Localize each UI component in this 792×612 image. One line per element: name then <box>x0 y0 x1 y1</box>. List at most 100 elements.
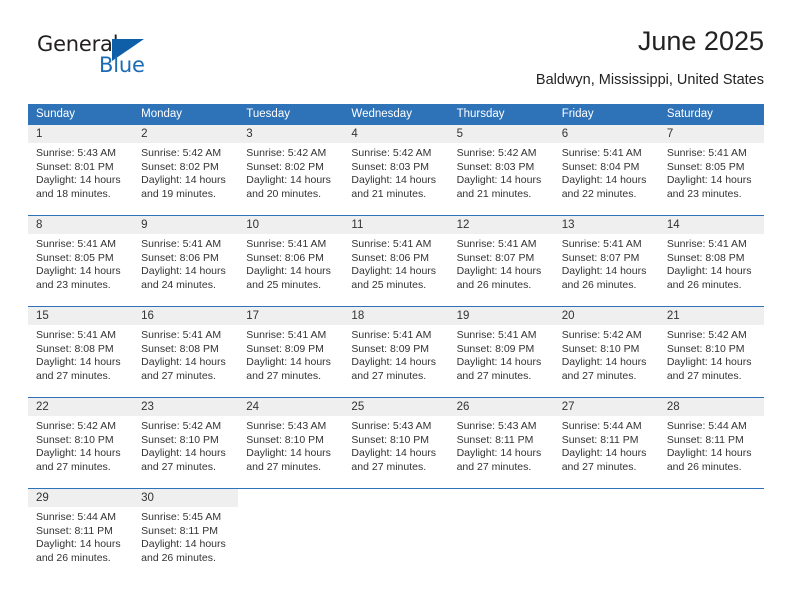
calendar-day-cell[interactable]: 10 Sunrise: 5:41 AM Sunset: 8:06 PM Dayligh… <box>238 216 344 306</box>
daylight-text-line1: Daylight: 14 hours <box>456 356 542 369</box>
calendar-day-cell[interactable]: 19 Sunrise: 5:41 AM Sunset: 8:09 PM Dayligh… <box>448 307 554 397</box>
calendar-day-cell[interactable]: 24 Sunrise: 5:43 AM Sunset: 8:10 PM Dayligh… <box>238 398 344 488</box>
calendar-day-cell[interactable]: 25 Sunrise: 5:43 AM Sunset: 8:10 PM Dayligh… <box>343 398 449 488</box>
sunset-text: Sunset: 8:08 PM <box>36 342 114 355</box>
day-details: Sunrise: 5:41 AM Sunset: 8:04 PM Daylight:… <box>554 143 659 201</box>
day-number: 9 <box>133 216 239 234</box>
sunrise-text: Sunrise: 5:45 AM <box>141 511 222 523</box>
calendar-day-cell[interactable]: 21 Sunrise: 5:42 AM Sunset: 8:10 PM Dayligh… <box>658 307 764 397</box>
calendar-day-cell-empty <box>448 489 554 579</box>
calendar-day-cell[interactable]: 4 Sunrise: 5:42 AM Sunset: 8:03 PM Daylight… <box>343 125 449 215</box>
daylight-text-line1: Daylight: 14 hours <box>36 174 121 187</box>
daylight-text-line2: and 26 minutes. <box>456 278 532 291</box>
daylight-text-line1: Daylight: 14 hours <box>141 447 226 460</box>
sunrise-text: Sunrise: 5:42 AM <box>141 420 222 432</box>
calendar-day-cell[interactable]: 17 Sunrise: 5:41 AM Sunset: 8:09 PM Dayligh… <box>238 307 344 397</box>
day-details: Sunrise: 5:41 AM Sunset: 8:05 PM Daylight:… <box>659 143 764 201</box>
day-number: 10 <box>238 216 344 234</box>
calendar-day-cell[interactable]: 12 Sunrise: 5:41 AM Sunset: 8:07 PM Dayligh… <box>448 216 554 306</box>
calendar-day-cell[interactable]: 5 Sunrise: 5:42 AM Sunset: 8:03 PM Daylight… <box>448 125 554 215</box>
calendar-day-cell[interactable]: 28 Sunrise: 5:44 AM Sunset: 8:11 PM Dayligh… <box>658 398 764 488</box>
sunset-text: Sunset: 8:01 PM <box>36 160 114 173</box>
calendar-day-cell[interactable]: 6 Sunrise: 5:41 AM Sunset: 8:04 PM Daylight… <box>553 125 659 215</box>
day-number: 26 <box>448 398 554 416</box>
day-number: 11 <box>343 216 449 234</box>
sunrise-text: Sunrise: 5:41 AM <box>351 238 432 250</box>
calendar-day-cell[interactable]: 27 Sunrise: 5:44 AM Sunset: 8:11 PM Dayligh… <box>553 398 659 488</box>
sunset-text: Sunset: 8:07 PM <box>561 251 640 264</box>
day-number: 5 <box>448 125 554 143</box>
day-number: 29 <box>28 489 134 507</box>
sunrise-text: Sunrise: 5:44 AM <box>561 420 642 432</box>
sunrise-text: Sunrise: 5:41 AM <box>456 238 537 250</box>
day-number: 15 <box>28 307 134 325</box>
sunrise-text: Sunrise: 5:41 AM <box>141 329 222 341</box>
calendar-day-cell[interactable]: 9 Sunrise: 5:41 AM Sunset: 8:06 PM Daylight… <box>133 216 239 306</box>
daylight-text-line1: Daylight: 14 hours <box>561 356 647 369</box>
calendar-weeks: 1 Sunrise: 5:43 AM Sunset: 8:01 PM Daylight… <box>28 125 764 579</box>
calendar-week-row: 22 Sunrise: 5:42 AM Sunset: 8:10 PM Dayligh… <box>28 397 764 488</box>
sunset-text: Sunset: 8:11 PM <box>456 433 534 446</box>
calendar-day-cell[interactable]: 30 Sunrise: 5:45 AM Sunset: 8:11 PM Dayligh… <box>133 489 239 579</box>
daylight-text-line2: and 26 minutes. <box>561 278 637 291</box>
calendar-day-cell[interactable]: 11 Sunrise: 5:41 AM Sunset: 8:06 PM Dayligh… <box>343 216 449 306</box>
day-details: Sunrise: 5:41 AM Sunset: 8:06 PM Daylight:… <box>343 234 448 292</box>
calendar-day-cell[interactable]: 29 Sunrise: 5:44 AM Sunset: 8:11 PM Dayligh… <box>28 489 134 579</box>
weekday-header-row: Sunday Monday Tuesday Wednesday Thursday… <box>28 104 764 125</box>
daylight-text-line2: and 27 minutes. <box>141 369 216 382</box>
general-blue-logo[interactable]: General Blue <box>37 32 167 84</box>
calendar-day-cell[interactable]: 1 Sunrise: 5:43 AM Sunset: 8:01 PM Daylight… <box>28 125 134 215</box>
sunrise-text: Sunrise: 5:44 AM <box>666 420 747 432</box>
weekday-header-thursday: Thursday <box>456 108 505 120</box>
sunset-text: Sunset: 8:05 PM <box>666 160 745 173</box>
daylight-text-line2: and 18 minutes. <box>36 187 111 200</box>
calendar-day-cell[interactable]: 14 Sunrise: 5:41 AM Sunset: 8:08 PM Dayligh… <box>658 216 764 306</box>
calendar-week-row: 15 Sunrise: 5:41 AM Sunset: 8:08 PM Dayligh… <box>28 306 764 397</box>
calendar-day-cell[interactable]: 22 Sunrise: 5:42 AM Sunset: 8:10 PM Dayligh… <box>28 398 134 488</box>
day-number: 2 <box>133 125 239 143</box>
calendar-day-cell[interactable]: 7 Sunrise: 5:41 AM Sunset: 8:05 PM Daylight… <box>658 125 764 215</box>
day-details: Sunrise: 5:43 AM Sunset: 8:10 PM Daylight:… <box>238 416 343 474</box>
day-details: Sunrise: 5:42 AM Sunset: 8:03 PM Daylight:… <box>343 143 448 201</box>
sunrise-text: Sunrise: 5:41 AM <box>36 238 116 250</box>
daylight-text-line2: and 27 minutes. <box>666 369 742 382</box>
calendar-day-cell[interactable]: 2 Sunrise: 5:42 AM Sunset: 8:02 PM Daylight… <box>133 125 239 215</box>
calendar-day-cell[interactable]: 16 Sunrise: 5:41 AM Sunset: 8:08 PM Dayligh… <box>133 307 239 397</box>
calendar-day-cell[interactable]: 18 Sunrise: 5:41 AM Sunset: 8:09 PM Dayligh… <box>343 307 449 397</box>
daylight-text-line2: and 27 minutes. <box>456 460 532 473</box>
sunrise-text: Sunrise: 5:41 AM <box>666 238 747 250</box>
day-details: Sunrise: 5:42 AM Sunset: 8:02 PM Daylight:… <box>238 143 343 201</box>
sunrise-text: Sunrise: 5:42 AM <box>561 329 642 341</box>
day-number: 3 <box>238 125 344 143</box>
day-details: Sunrise: 5:41 AM Sunset: 8:08 PM Daylight:… <box>659 234 764 292</box>
sunset-text: Sunset: 8:06 PM <box>351 251 430 264</box>
sunset-text: Sunset: 8:08 PM <box>141 342 219 355</box>
sunset-text: Sunset: 8:09 PM <box>246 342 324 355</box>
daylight-text-line2: and 27 minutes. <box>561 460 637 473</box>
calendar-day-cell[interactable]: 13 Sunrise: 5:41 AM Sunset: 8:07 PM Dayligh… <box>553 216 659 306</box>
calendar-day-cell[interactable]: 15 Sunrise: 5:41 AM Sunset: 8:08 PM Dayligh… <box>28 307 134 397</box>
sunrise-text: Sunrise: 5:41 AM <box>351 329 432 341</box>
daylight-text-line2: and 19 minutes. <box>141 187 216 200</box>
calendar-day-cell[interactable]: 20 Sunrise: 5:42 AM Sunset: 8:10 PM Dayligh… <box>553 307 659 397</box>
day-details: Sunrise: 5:44 AM Sunset: 8:11 PM Daylight:… <box>28 507 133 565</box>
day-details: Sunrise: 5:44 AM Sunset: 8:11 PM Daylight:… <box>659 416 764 474</box>
daylight-text-line2: and 26 minutes. <box>666 460 742 473</box>
calendar-day-cell[interactable]: 3 Sunrise: 5:42 AM Sunset: 8:02 PM Daylight… <box>238 125 344 215</box>
daylight-text-line1: Daylight: 14 hours <box>561 174 647 187</box>
sunset-text: Sunset: 8:11 PM <box>666 433 744 446</box>
daylight-text-line2: and 26 minutes. <box>666 278 742 291</box>
calendar-day-cell[interactable]: 8 Sunrise: 5:41 AM Sunset: 8:05 PM Daylight… <box>28 216 134 306</box>
day-details: Sunrise: 5:41 AM Sunset: 8:08 PM Daylight:… <box>28 325 133 383</box>
daylight-text-line1: Daylight: 14 hours <box>351 447 437 460</box>
calendar-day-cell[interactable]: 26 Sunrise: 5:43 AM Sunset: 8:11 PM Dayligh… <box>448 398 554 488</box>
day-number: 17 <box>238 307 344 325</box>
sunrise-text: Sunrise: 5:43 AM <box>36 147 116 159</box>
day-details: Sunrise: 5:42 AM Sunset: 8:10 PM Daylight:… <box>554 325 659 383</box>
sunrise-text: Sunrise: 5:41 AM <box>246 329 327 341</box>
sunset-text: Sunset: 8:10 PM <box>561 342 640 355</box>
daylight-text-line1: Daylight: 14 hours <box>456 265 542 278</box>
calendar-day-cell[interactable]: 23 Sunrise: 5:42 AM Sunset: 8:10 PM Dayligh… <box>133 398 239 488</box>
sunrise-text: Sunrise: 5:43 AM <box>351 420 432 432</box>
calendar-day-cell-empty <box>238 489 344 579</box>
